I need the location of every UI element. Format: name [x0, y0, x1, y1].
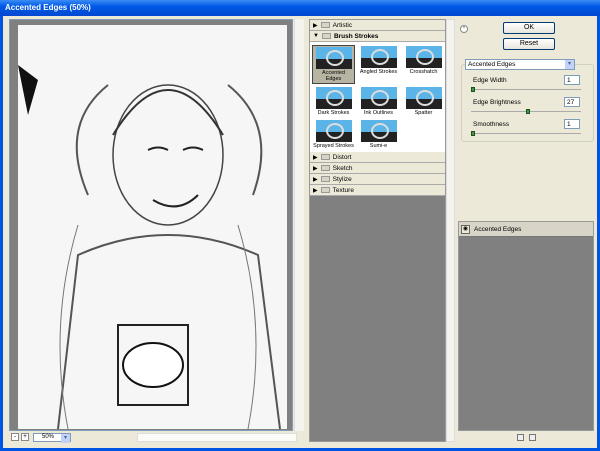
collapse-gallery-button[interactable]: ⌃ [460, 25, 468, 33]
edge-width-slider[interactable] [471, 87, 581, 92]
thumbnail-image [315, 87, 352, 109]
zoom-select[interactable]: 50% ▾ [33, 433, 71, 443]
eye-visibility-icon[interactable]: ◉ [461, 224, 470, 234]
edge-brightness-slider[interactable] [471, 109, 581, 114]
edge-brightness-label: Edge Brightness [473, 99, 521, 106]
chevron-down-icon: ▾ [565, 60, 574, 69]
slider-thumb[interactable] [471, 131, 475, 136]
filter-thumb-angled-strokes[interactable]: Angled Strokes [357, 45, 400, 84]
folder-icon [320, 165, 330, 171]
preview-horizontal-scrollbar[interactable] [137, 433, 297, 442]
filter-thumb-sprayed-strokes[interactable]: Sprayed Strokes [312, 119, 355, 150]
expand-triangle-icon: ▶ [313, 154, 318, 161]
preview-vertical-scrollbar[interactable] [294, 19, 304, 431]
smoothness-slider[interactable] [471, 131, 581, 136]
edge-width-input[interactable]: 1 [564, 75, 580, 85]
slider-thumb[interactable] [471, 87, 475, 92]
filter-select[interactable]: Accented Edges ▾ [465, 59, 575, 70]
folder-icon [320, 187, 330, 193]
zoom-in-button[interactable]: + [21, 433, 29, 441]
brush-strokes-thumbnails: Accented Edges Angled Strokes Crosshatch… [310, 42, 445, 152]
smoothness-input[interactable]: 1 [564, 119, 580, 129]
filter-thumb-ink-outlines[interactable]: Ink Outlines [357, 86, 400, 117]
preview-image [18, 25, 287, 429]
filter-thumb-crosshatch[interactable]: Crosshatch [402, 45, 445, 84]
thumbnail-image [360, 87, 397, 109]
reset-button[interactable]: Reset [503, 38, 555, 50]
thumbnail-image [405, 46, 442, 68]
expand-triangle-icon: ▶ [313, 22, 318, 29]
filter-gallery-list: ▶ Artistic ▼ Brush Strokes Accented Edges … [309, 19, 446, 442]
folder-icon [320, 154, 330, 160]
new-effect-layer-icon[interactable] [517, 434, 524, 441]
slider-thumb[interactable] [526, 109, 531, 114]
thumbnail-image [315, 47, 352, 69]
zoom-value: 50% [42, 434, 55, 440]
collapse-triangle-icon: ▼ [313, 33, 319, 39]
title-bar: Accented Edges (50%) [0, 0, 600, 16]
edge-brightness-input[interactable]: 27 [564, 97, 580, 107]
filter-thumb-spatter[interactable]: Spatter [402, 86, 445, 117]
gallery-scrollbar[interactable] [446, 19, 455, 442]
folder-icon [321, 33, 331, 39]
effect-layer-item[interactable]: ◉ Accented Edges [459, 222, 593, 237]
category-texture[interactable]: ▶ Texture [310, 185, 445, 196]
category-sketch[interactable]: ▶ Sketch [310, 163, 445, 174]
edge-width-label: Edge Width [473, 77, 507, 84]
folder-icon [320, 176, 330, 182]
preview-bottom-bar: - + 50% ▾ [9, 433, 304, 443]
category-brush-strokes[interactable]: ▼ Brush Strokes [310, 31, 445, 42]
zoom-out-button[interactable]: - [11, 433, 19, 441]
category-artistic[interactable]: ▶ Artistic [310, 20, 445, 31]
filter-thumb-sumi-e[interactable]: Sumi-e [357, 119, 400, 150]
category-stylize[interactable]: ▶ Stylize [310, 174, 445, 185]
expand-triangle-icon: ▶ [313, 176, 318, 183]
filter-thumb-dark-strokes[interactable]: Dark Strokes [312, 86, 355, 117]
thumbnail-image [405, 87, 442, 109]
expand-triangle-icon: ▶ [313, 187, 318, 194]
ok-button[interactable]: OK [503, 22, 555, 34]
delete-effect-layer-icon[interactable] [529, 434, 536, 441]
filter-thumb-accented-edges[interactable]: Accented Edges [312, 45, 355, 84]
chevron-down-icon: ▾ [61, 434, 70, 443]
filter-gallery-window: Accented Edges (50%) - + 50% ▾ ▶ Artistic … [0, 0, 600, 451]
preview-area [9, 19, 293, 431]
thumbnail-image [360, 46, 397, 68]
smoothness-label: Smoothness [473, 121, 510, 128]
effect-layers-panel: ◉ Accented Edges [458, 221, 594, 431]
expand-triangle-icon: ▶ [313, 165, 318, 172]
thumbnail-image [360, 120, 397, 142]
thumbnail-image [315, 120, 352, 142]
category-distort[interactable]: ▶ Distort [310, 152, 445, 163]
folder-icon [320, 22, 330, 28]
